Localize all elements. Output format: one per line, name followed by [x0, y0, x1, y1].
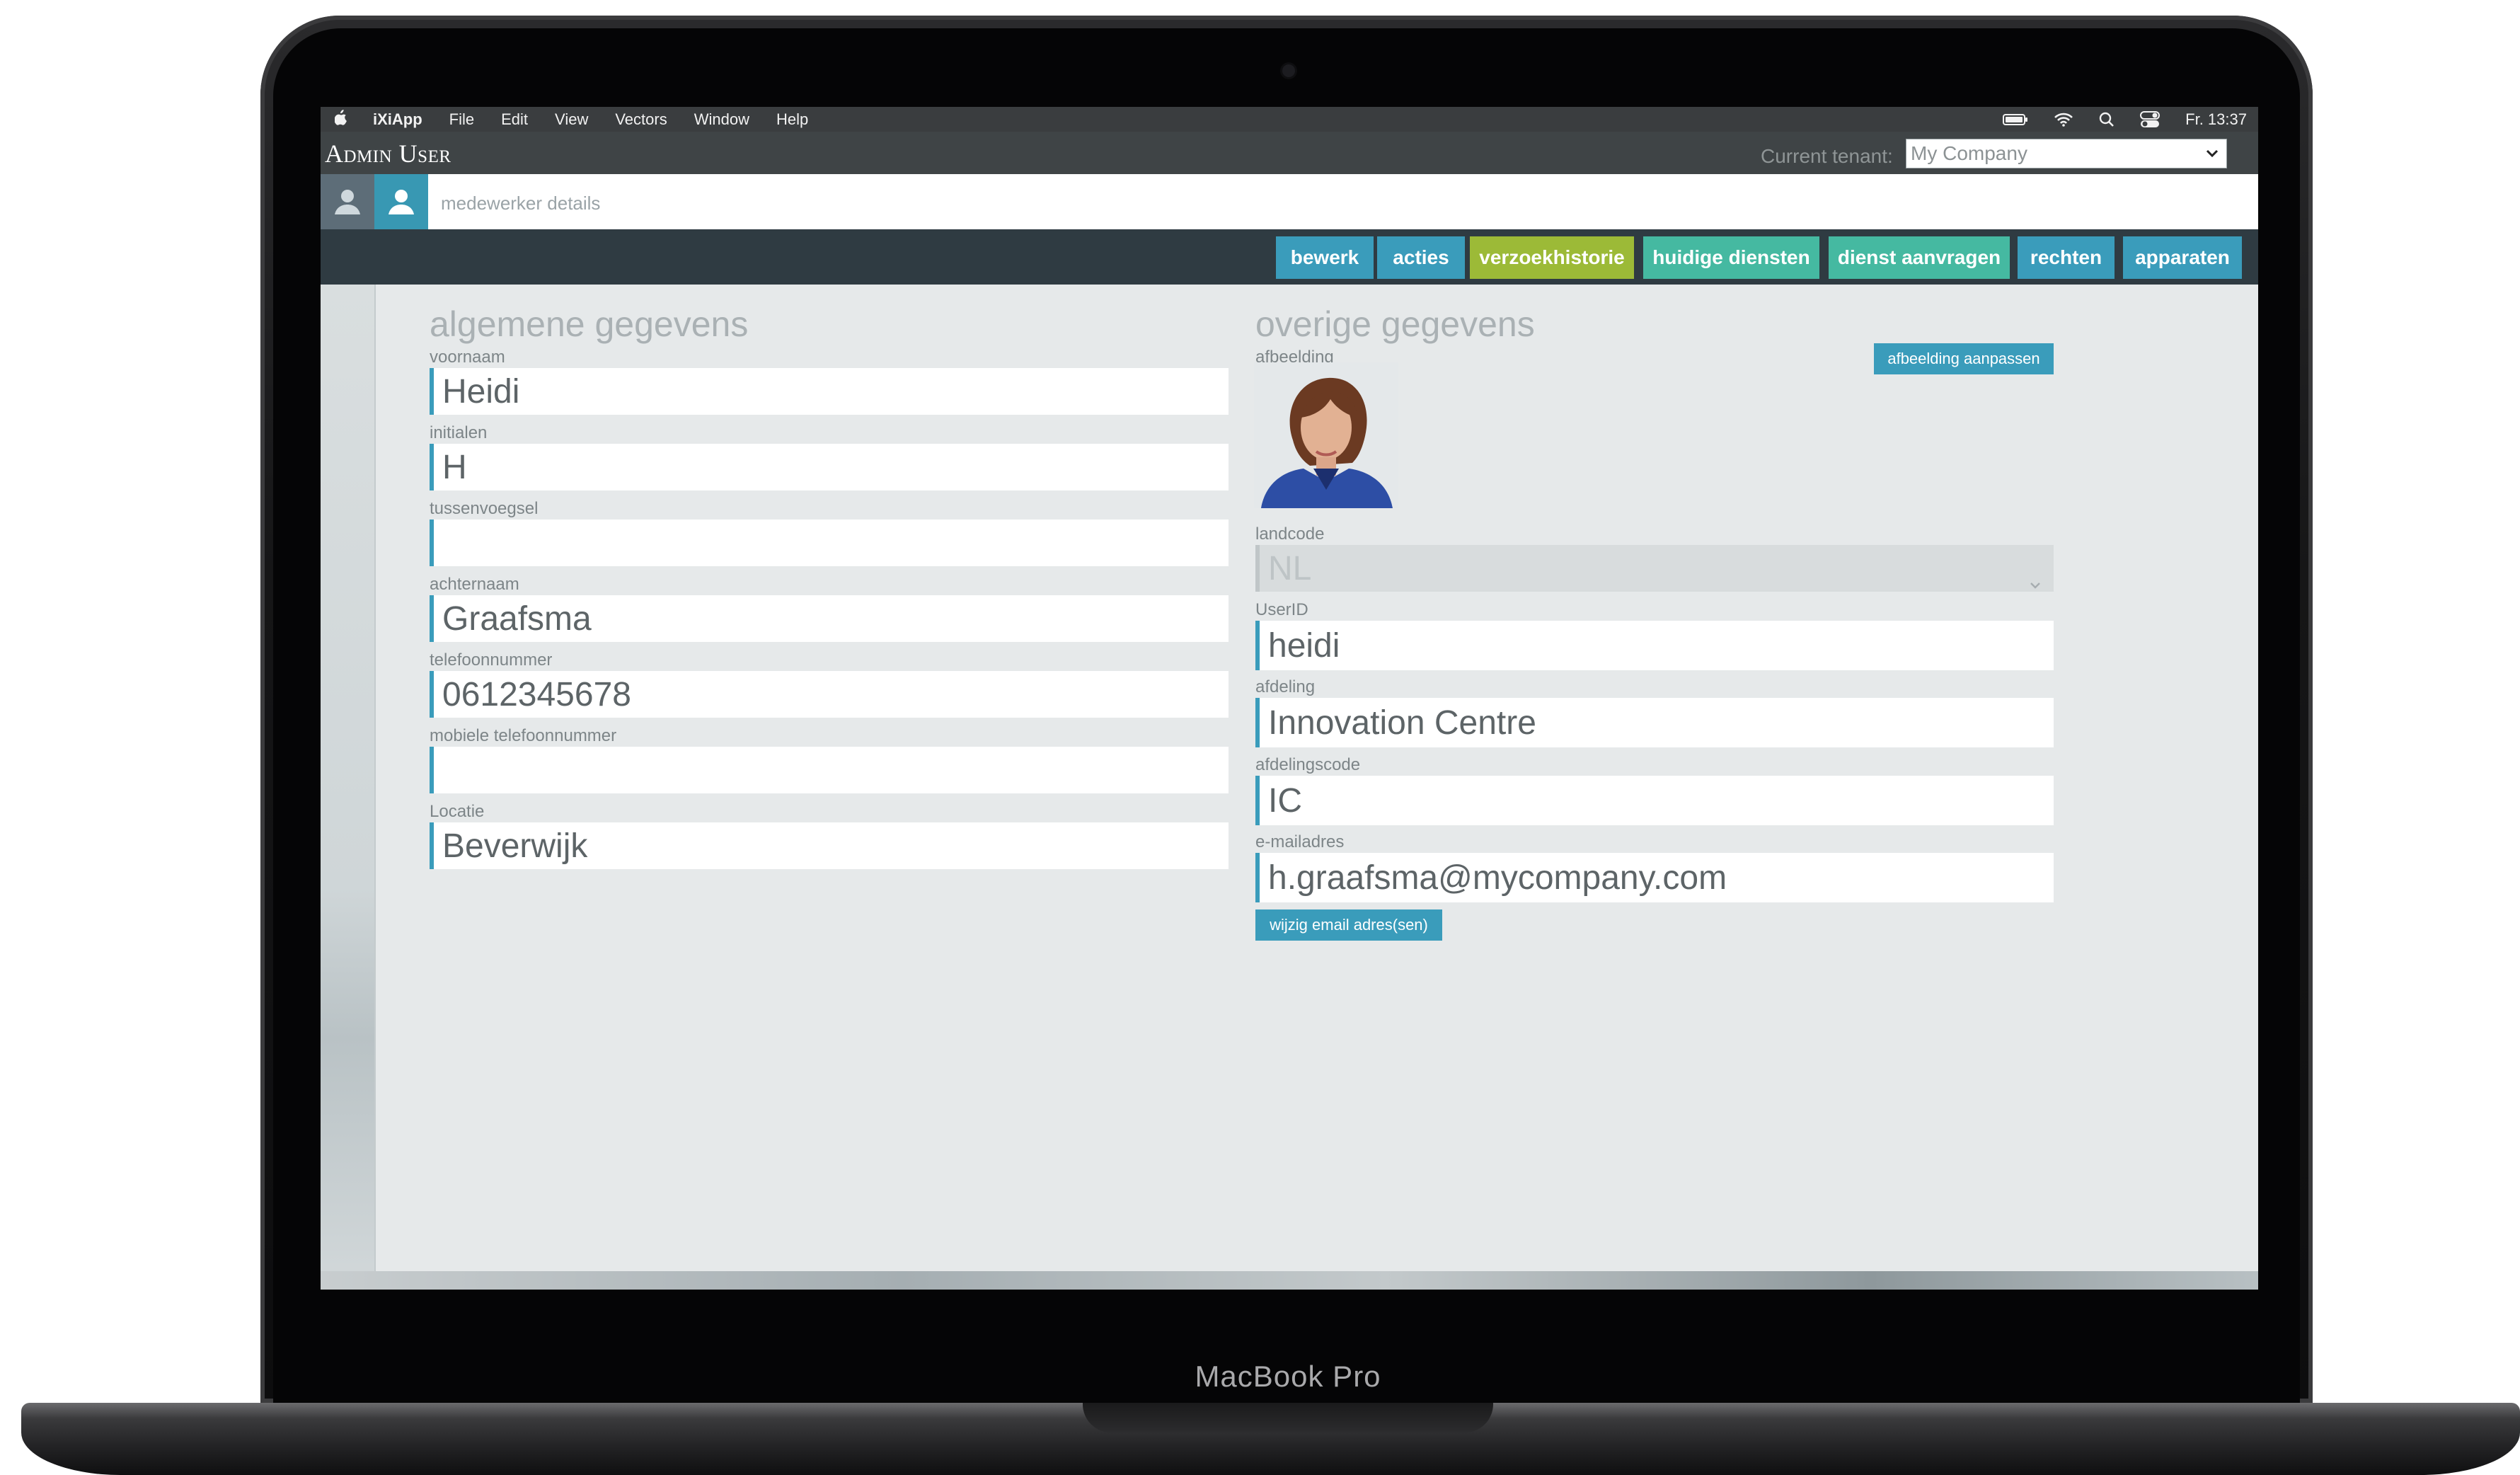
rechten-button[interactable]: rechten	[2018, 236, 2115, 279]
users-button[interactable]	[321, 174, 374, 229]
locatie-label: Locatie	[430, 802, 485, 821]
app-header: Admin User Current tenant: My Company	[321, 132, 2258, 174]
email-label: e-mailadres	[1255, 832, 1345, 851]
wifi-icon[interactable]	[2054, 113, 2073, 127]
locatie-input[interactable]: Beverwijk	[430, 822, 1229, 869]
userid-label: UserID	[1255, 600, 1308, 619]
bottom-strip	[321, 1271, 2258, 1290]
menu-item-view[interactable]: View	[555, 110, 588, 129]
acties-button[interactable]: acties	[1377, 236, 1465, 279]
apparaten-button[interactable]: apparaten	[2123, 236, 2242, 279]
telefoonnummer-input[interactable]: 0612345678	[430, 671, 1229, 718]
verzoekhistorie-button[interactable]: verzoekhistorie	[1470, 236, 1634, 279]
afdelingscode-input[interactable]: IC	[1255, 776, 2054, 825]
app-title: Admin User	[325, 139, 451, 168]
breadcrumb-label[interactable]: medewerker details	[441, 193, 600, 214]
camera-icon	[1282, 64, 1295, 77]
other-section-title: overige gegevens	[1255, 304, 1535, 344]
clock: Fr. 13:37	[2185, 110, 2247, 128]
screen: iXiApp File Edit View Vectors Window Hel…	[321, 107, 2258, 1290]
menu-item-app[interactable]: iXiApp	[373, 110, 422, 129]
menu-item-vectors[interactable]: Vectors	[615, 110, 667, 129]
mobiel-input[interactable]	[430, 747, 1229, 793]
tussenvoegsel-input[interactable]	[430, 520, 1229, 566]
user-icon	[389, 190, 414, 214]
afdelingscode-label: afdelingscode	[1255, 755, 1361, 774]
userid-input[interactable]: heidi	[1255, 621, 2054, 670]
user-details-button[interactable]	[374, 174, 428, 229]
chevron-down-icon	[2198, 149, 2226, 159]
voornaam-label: voornaam	[430, 348, 505, 367]
users-icon	[335, 190, 360, 214]
menu-item-help[interactable]: Help	[776, 110, 808, 129]
chevron-down-icon	[2028, 561, 2042, 599]
bewerk-button[interactable]: bewerk	[1276, 236, 1374, 279]
achternaam-input[interactable]: Graafsma	[430, 595, 1229, 642]
control-center-icon[interactable]	[2140, 110, 2161, 128]
voornaam-input[interactable]: Heidi	[430, 368, 1229, 415]
model-label: MacBook Pro	[1195, 1360, 1381, 1393]
huidige-diensten-button[interactable]: huidige diensten	[1643, 236, 1819, 279]
apple-icon[interactable]	[334, 109, 347, 130]
change-image-button[interactable]: afbeelding aanpassen	[1874, 343, 2054, 374]
landcode-label: landcode	[1255, 524, 1325, 544]
initialen-label: initialen	[430, 423, 488, 442]
telefoonnummer-label: telefoonnummer	[430, 650, 553, 670]
profile-photo	[1254, 362, 1398, 508]
afdeling-input[interactable]: Innovation Centre	[1255, 698, 2054, 747]
mobiel-label: mobiele telefoonnummer	[430, 726, 617, 745]
side-rail	[321, 285, 376, 1290]
tenant-select-value: My Company	[1911, 142, 2027, 164]
menu-item-edit[interactable]: Edit	[501, 110, 528, 129]
dienst-aanvragen-button[interactable]: dienst aanvragen	[1829, 236, 2010, 279]
laptop-notch	[1083, 1403, 1493, 1433]
menubar: iXiApp File Edit View Vectors Window Hel…	[321, 107, 2258, 132]
afdeling-label: afdeling	[1255, 677, 1316, 696]
general-section-title: algemene gegevens	[430, 304, 749, 344]
menu-item-file[interactable]: File	[449, 110, 474, 129]
menu-item-window[interactable]: Window	[694, 110, 749, 129]
action-toolbar: bewerk acties verzoekhistorie huidige di…	[321, 229, 2258, 285]
status-area: Fr. 13:37	[1977, 107, 2247, 132]
tenant-label: Current tenant:	[1761, 145, 1893, 167]
tenant-select[interactable]: My Company	[1906, 139, 2227, 168]
tussenvoegsel-label: tussenvoegsel	[430, 499, 539, 518]
search-icon[interactable]	[2099, 112, 2115, 127]
breadcrumb: medewerker details	[321, 174, 2258, 229]
landcode-select[interactable]: NL	[1255, 545, 2054, 592]
achternaam-label: achternaam	[430, 575, 519, 594]
battery-icon[interactable]	[2003, 113, 2028, 126]
email-input[interactable]: h.graafsma@mycompany.com	[1255, 853, 2054, 902]
initialen-input[interactable]: H	[430, 444, 1229, 490]
landcode-value: NL	[1268, 549, 1312, 587]
change-email-button[interactable]: wijzig email adres(sen)	[1255, 909, 1442, 941]
